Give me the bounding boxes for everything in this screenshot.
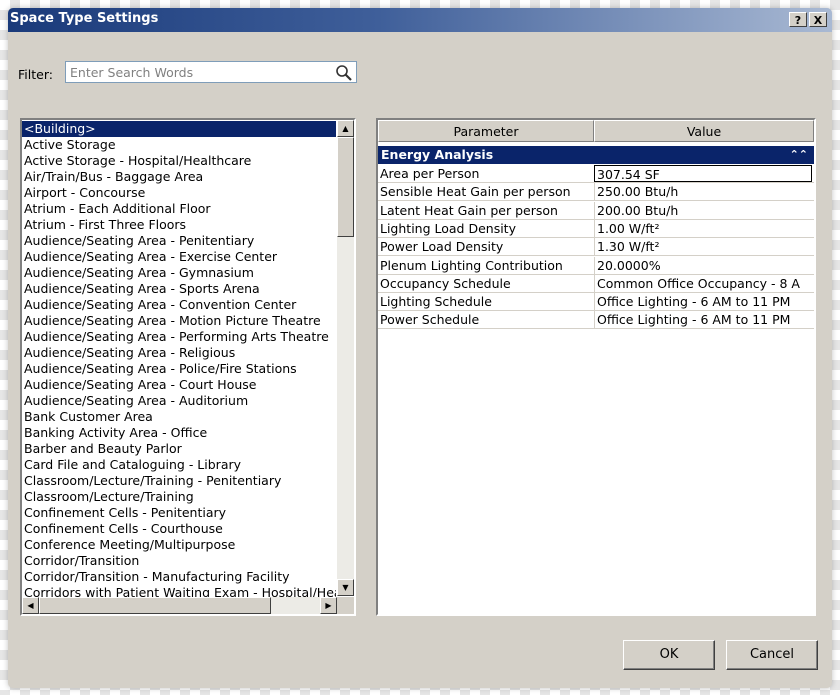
scrollbar-corner — [337, 597, 354, 614]
list-item[interactable]: Air/Train/Bus - Baggage Area — [22, 169, 336, 185]
list-item[interactable]: Audience/Seating Area - Religious — [22, 345, 336, 361]
list-item[interactable]: Atrium - First Three Floors — [22, 217, 336, 233]
list-item[interactable]: Bank Customer Area — [22, 409, 336, 425]
parameter-name: Occupancy Schedule — [380, 275, 511, 291]
cancel-button[interactable]: Cancel — [726, 640, 818, 670]
list-item[interactable]: Audience/Seating Area - Police/Fire Stat… — [22, 361, 336, 377]
list-item[interactable]: Audience/Seating Area - Sports Arena — [22, 281, 336, 297]
parameter-row[interactable]: Latent Heat Gain per person 200.00 Btu/h — [378, 201, 814, 220]
parameter-name: Lighting Schedule — [380, 294, 492, 310]
parameter-value[interactable]: 250.00 Btu/h — [594, 183, 812, 201]
help-button[interactable]: ? — [789, 12, 807, 27]
list-item[interactable]: Confinement Cells - Penitentiary — [22, 505, 336, 521]
list-item[interactable]: Banking Activity Area - Office — [22, 425, 336, 441]
parameter-row[interactable]: Lighting Schedule Office Lighting - 6 AM … — [378, 293, 814, 312]
list-item[interactable]: Audience/Seating Area - Motion Picture T… — [22, 313, 336, 329]
horizontal-scroll-thumb[interactable] — [39, 597, 271, 614]
list-item[interactable]: Atrium - Each Additional Floor — [22, 201, 336, 217]
column-header-value[interactable]: Value — [594, 120, 814, 142]
parameter-grid: Parameter Value Energy Analysis ⌃⌃ Area … — [376, 118, 816, 616]
parameter-name: Lighting Load Density — [380, 220, 516, 236]
list-item[interactable]: Audience/Seating Area - Gymnasium — [22, 265, 336, 281]
parameter-row[interactable]: Sensible Heat Gain per person 250.00 Btu/… — [378, 183, 814, 202]
parameter-name: Area per Person — [380, 166, 480, 181]
group-energy-analysis[interactable]: Energy Analysis ⌃⌃ — [378, 146, 814, 164]
list-item[interactable]: Barber and Beauty Parlor — [22, 441, 336, 457]
ok-button[interactable]: OK — [623, 640, 715, 670]
parameter-name: Latent Heat Gain per person — [380, 202, 558, 218]
window-title: Space Type Settings — [10, 11, 159, 26]
list-item[interactable]: Audience/Seating Area - Performing Arts … — [22, 329, 336, 345]
arrow-left-icon: ◀ — [27, 601, 34, 610]
parameter-row[interactable]: Power Schedule Office Lighting - 6 AM to … — [378, 311, 814, 330]
arrow-up-icon: ▲ — [342, 124, 349, 133]
list-item[interactable]: Card File and Cataloguing - Library — [22, 457, 336, 473]
list-item[interactable]: <Building> — [22, 121, 336, 137]
vertical-scrollbar[interactable]: ▲ ▼ — [337, 120, 354, 596]
list-item[interactable]: Audience/Seating Area - Convention Cente… — [22, 297, 336, 313]
parameter-row[interactable]: Area per Person 307.54 SF — [378, 165, 814, 183]
parameter-value[interactable]: 200.00 Btu/h — [594, 201, 812, 219]
parameter-row[interactable]: Power Load Density 1.30 W/ft² — [378, 238, 814, 257]
list-item[interactable]: Corridor/Transition — [22, 553, 336, 569]
parameter-name: Plenum Lighting Contribution — [380, 257, 563, 273]
parameter-value[interactable]: Office Lighting - 6 AM to 11 PM — [594, 293, 812, 311]
space-type-settings-dialog: Space Type Settings ? X Filter: <Buildin… — [8, 8, 832, 688]
list-item[interactable]: Active Storage — [22, 137, 336, 153]
scroll-left-button[interactable]: ◀ — [22, 597, 39, 614]
arrow-down-icon: ▼ — [342, 583, 349, 592]
parameter-value[interactable]: 307.54 SF — [594, 165, 812, 182]
parameter-row[interactable]: Lighting Load Density 1.00 W/ft² — [378, 219, 814, 238]
scroll-up-button[interactable]: ▲ — [337, 120, 354, 137]
group-title: Energy Analysis — [381, 147, 494, 162]
list-item[interactable]: Airport - Concourse — [22, 185, 336, 201]
scroll-down-button[interactable]: ▼ — [337, 579, 354, 596]
list-item[interactable]: Audience/Seating Area - Auditorium — [22, 393, 336, 409]
list-item[interactable]: Audience/Seating Area - Penitentiary — [22, 233, 336, 249]
list-item[interactable]: Active Storage - Hospital/Healthcare — [22, 153, 336, 169]
search-input[interactable] — [68, 63, 334, 81]
list-item[interactable]: Audience/Seating Area - Court House — [22, 377, 336, 393]
double-chevron-up-icon[interactable]: ⌃⌃ — [790, 146, 808, 164]
scroll-right-button[interactable]: ▶ — [320, 597, 337, 614]
list-item[interactable]: Audience/Seating Area - Exercise Center — [22, 249, 336, 265]
parameter-value[interactable]: 1.30 W/ft² — [594, 238, 812, 256]
space-type-list[interactable]: <Building> Active Storage Active Storage -… — [20, 118, 356, 616]
parameter-name: Power Load Density — [380, 239, 504, 255]
parameter-value[interactable]: 1.00 W/ft² — [594, 219, 812, 237]
list-items: <Building> Active Storage Active Storage -… — [22, 121, 336, 601]
parameter-row[interactable]: Occupancy Schedule Common Office Occupanc… — [378, 274, 814, 293]
filter-label: Filter: — [18, 67, 53, 82]
close-button[interactable]: X — [809, 12, 827, 27]
parameter-name: Sensible Heat Gain per person — [380, 184, 571, 200]
title-bar[interactable]: Space Type Settings ? X — [8, 8, 832, 32]
parameter-value[interactable]: 20.0000% — [594, 256, 812, 274]
list-item[interactable]: Conference Meeting/Multipurpose — [22, 537, 336, 553]
list-item[interactable]: Confinement Cells - Courthouse — [22, 521, 336, 537]
arrow-right-icon: ▶ — [325, 601, 332, 610]
list-item[interactable]: Corridor/Transition - Manufacturing Faci… — [22, 569, 336, 585]
column-header-parameter[interactable]: Parameter — [378, 120, 594, 142]
search-icon[interactable] — [335, 64, 353, 82]
parameter-row[interactable]: Plenum Lighting Contribution 20.0000% — [378, 256, 814, 275]
vertical-scroll-thumb[interactable] — [337, 137, 354, 237]
search-box — [65, 61, 357, 83]
grid-header: Parameter Value — [378, 120, 814, 142]
list-item[interactable]: Classroom/Lecture/Training - Penitentiar… — [22, 473, 336, 489]
parameter-value[interactable]: Common Office Occupancy - 8 A — [594, 274, 812, 292]
parameter-value[interactable]: Office Lighting - 6 AM to 11 PM — [594, 311, 812, 329]
list-item[interactable]: Classroom/Lecture/Training — [22, 489, 336, 505]
parameter-name: Power Schedule — [380, 312, 480, 328]
horizontal-scrollbar[interactable]: ◀ ▶ — [22, 597, 337, 614]
